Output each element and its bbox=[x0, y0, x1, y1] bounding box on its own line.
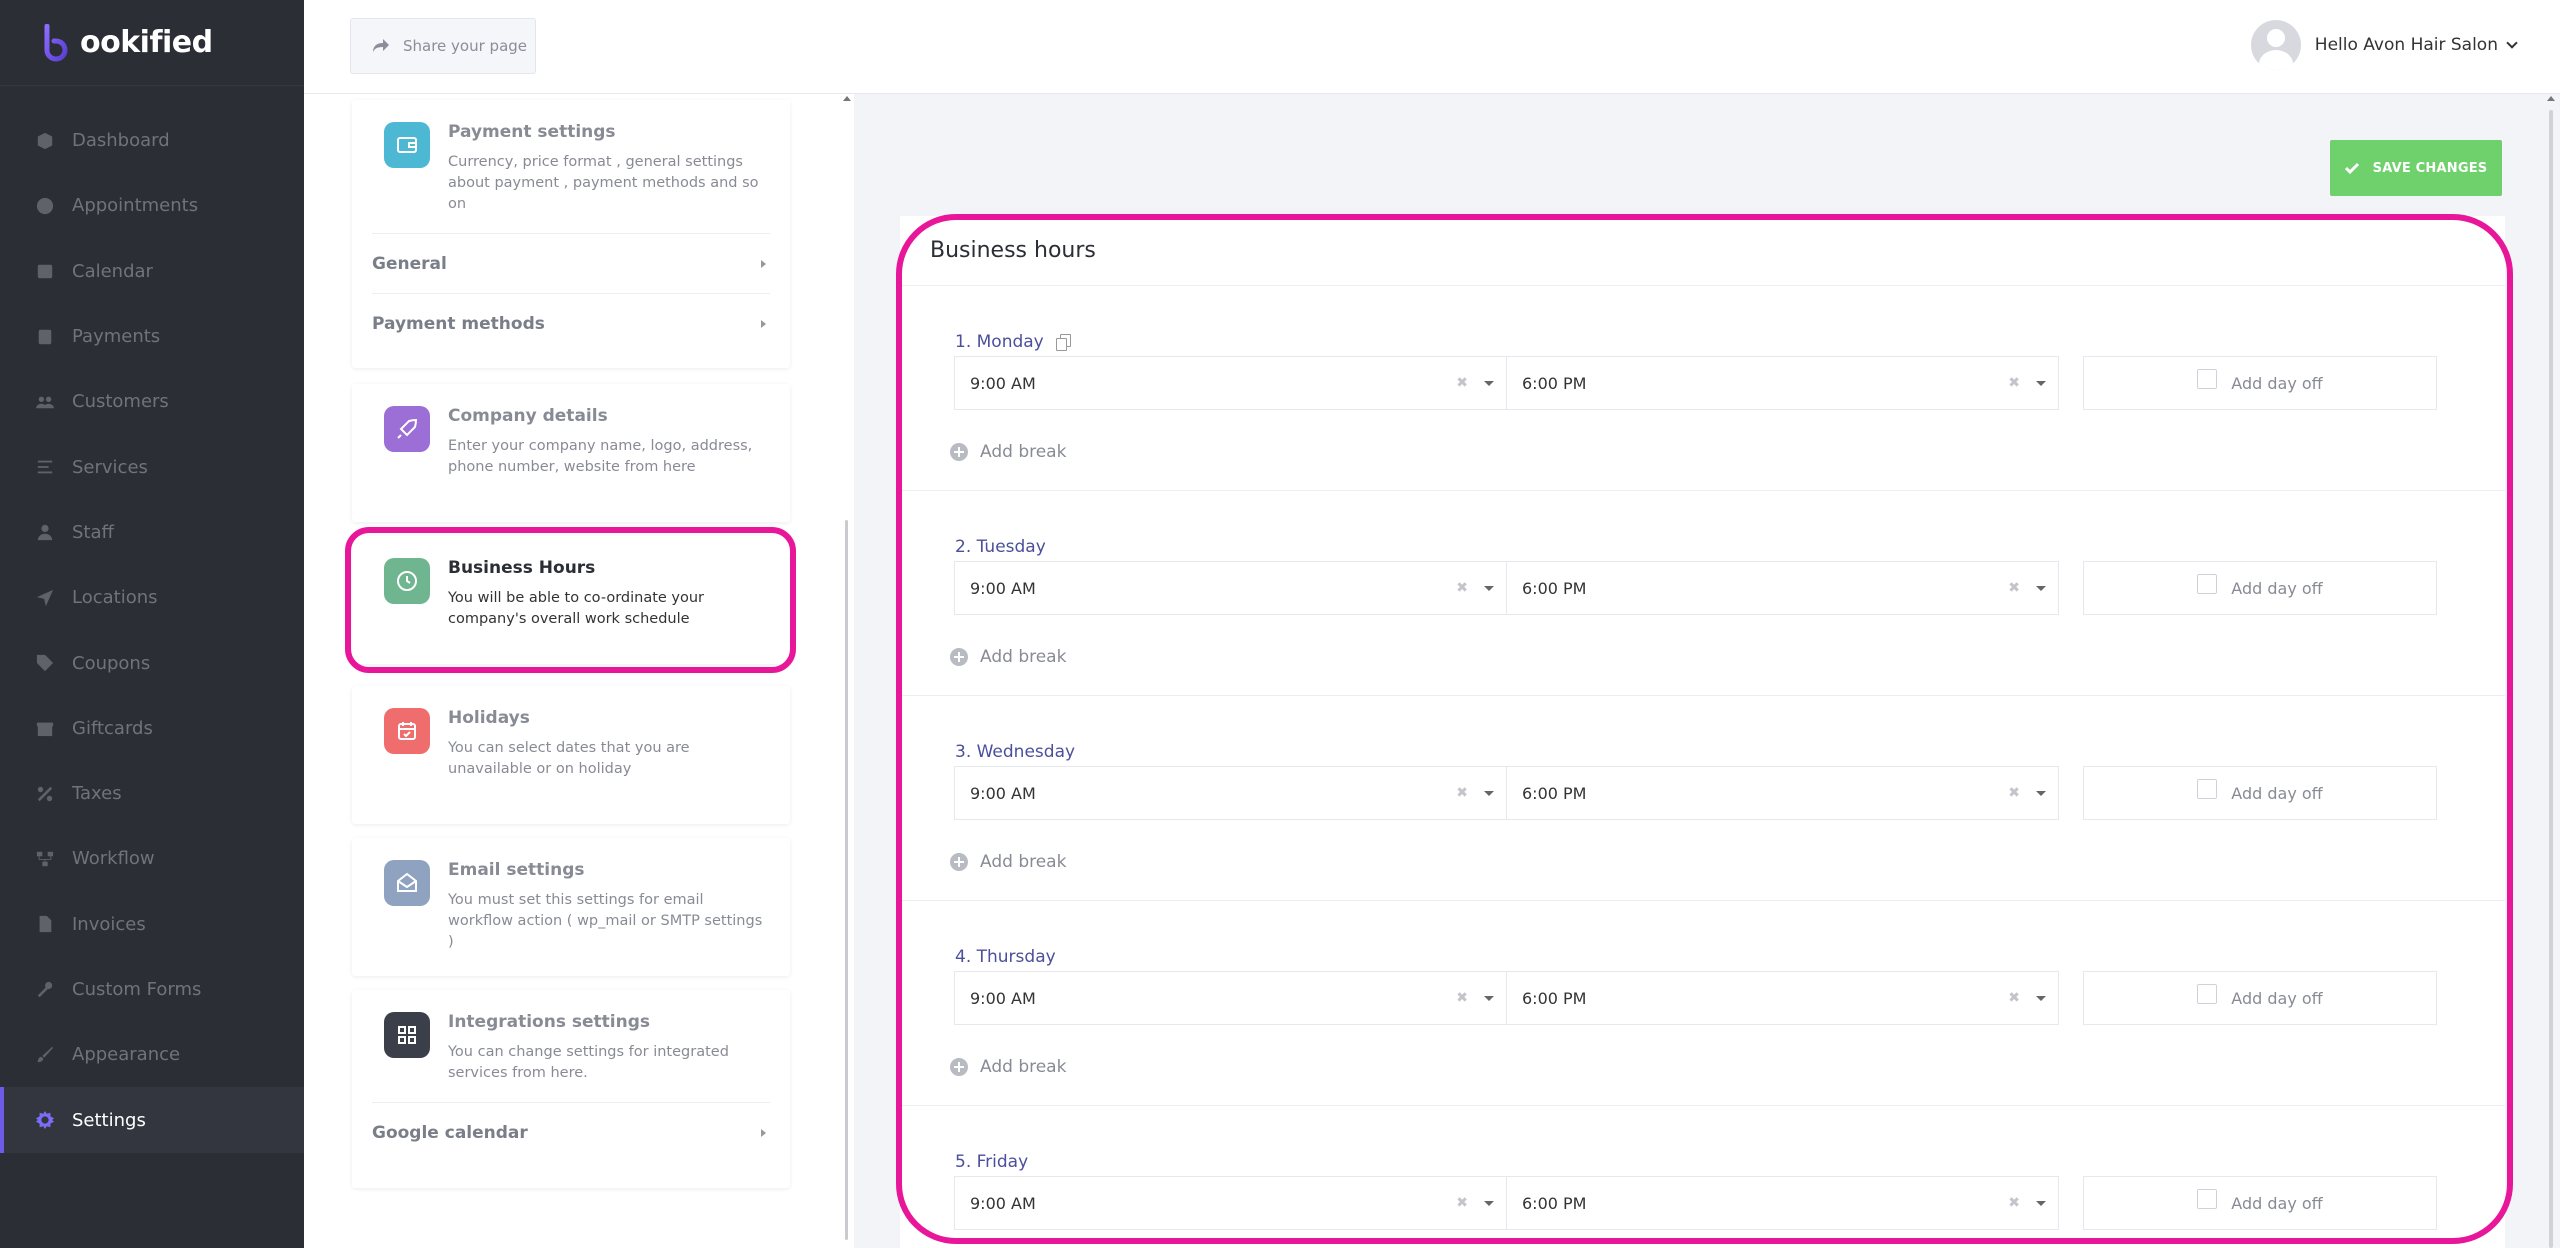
sidebar-item-label: Payments bbox=[72, 326, 161, 348]
share-page-label: Share your page bbox=[403, 37, 528, 55]
link-label: Google calendar bbox=[372, 1122, 528, 1143]
card-description: Enter your company name, logo, address, … bbox=[448, 438, 753, 475]
clock-icon bbox=[36, 197, 54, 215]
sidebar-item-label: Customers bbox=[72, 391, 169, 413]
save-changes-label: SAVE CHANGES bbox=[2372, 160, 2488, 176]
sidebar-item-giftcards[interactable]: Giftcards bbox=[0, 696, 304, 761]
business-hours-highlight bbox=[345, 527, 796, 673]
calendar-check-icon bbox=[384, 708, 430, 754]
sidebar-item-calendar[interactable]: Calendar bbox=[0, 239, 304, 304]
sidebar-item-appointments[interactable]: Appointments bbox=[0, 173, 304, 238]
check-icon bbox=[2344, 162, 2359, 174]
link-label: General bbox=[372, 253, 447, 274]
sidebar: ookified Dashboard Appointments Calendar… bbox=[0, 0, 304, 1248]
card-title: Email settings bbox=[448, 860, 585, 880]
cube-icon bbox=[36, 132, 54, 150]
payment-methods-link[interactable]: Payment methods bbox=[372, 293, 770, 353]
share-page-button[interactable]: Share your page bbox=[350, 18, 536, 74]
envelope-open-icon bbox=[384, 860, 430, 906]
card-description: You can select dates that you are unavai… bbox=[448, 740, 690, 777]
card-title: Payment settings bbox=[448, 122, 616, 142]
sidebar-item-label: Services bbox=[72, 456, 148, 478]
sidebar-nav: Dashboard Appointments Calendar Payments… bbox=[0, 108, 304, 1154]
sidebar-item-label: Locations bbox=[72, 587, 158, 609]
location-arrow-icon bbox=[36, 589, 54, 607]
avatar bbox=[2250, 20, 2301, 70]
main-scrollbar[interactable] bbox=[2549, 110, 2553, 1248]
sidebar-item-label: Coupons bbox=[72, 652, 151, 674]
card-title: Holidays bbox=[448, 708, 530, 728]
gift-icon bbox=[36, 719, 54, 737]
sidebar-item-custom-forms[interactable]: Custom Forms bbox=[0, 957, 304, 1022]
file-icon bbox=[36, 915, 54, 933]
company-details-card[interactable]: Company details Enter your company name,… bbox=[352, 384, 790, 522]
sidebar-item-settings[interactable]: Settings bbox=[0, 1087, 304, 1154]
caret-right-icon bbox=[761, 319, 766, 328]
sidebar-item-taxes[interactable]: Taxes bbox=[0, 761, 304, 826]
sidebar-item-staff[interactable]: Staff bbox=[0, 500, 304, 565]
top-bar: Share your page Hello Avon Hair Salon bbox=[304, 0, 2560, 94]
card-title: Company details bbox=[448, 406, 608, 426]
settings-scrollbar[interactable] bbox=[845, 520, 848, 1240]
sidebar-item-invoices[interactable]: Invoices bbox=[0, 892, 304, 957]
caret-right-icon bbox=[761, 1128, 766, 1137]
percent-icon bbox=[36, 785, 54, 803]
sidebar-item-label: Staff bbox=[72, 521, 114, 543]
save-changes-button[interactable]: SAVE CHANGES bbox=[2330, 140, 2502, 196]
caret-right-icon bbox=[761, 259, 766, 268]
tag-icon bbox=[36, 654, 54, 672]
sidebar-item-dashboard[interactable]: Dashboard bbox=[0, 108, 304, 173]
tools-icon bbox=[36, 981, 54, 999]
chevron-down-icon bbox=[2506, 36, 2518, 49]
scroll-up-arrow[interactable] bbox=[2547, 96, 2555, 101]
rocket-icon bbox=[384, 406, 430, 452]
card-description: You must set this settings for email wor… bbox=[448, 892, 763, 950]
sidebar-item-payments[interactable]: Payments bbox=[0, 304, 304, 369]
link-label: Payment methods bbox=[372, 313, 545, 334]
holidays-card[interactable]: Holidays You can select dates that you a… bbox=[352, 686, 790, 824]
sidebar-item-label: Appointments bbox=[72, 195, 199, 217]
card-title: Integrations settings bbox=[448, 1012, 650, 1032]
sidebar-item-label: Dashboard bbox=[72, 130, 170, 152]
sidebar-item-coupons[interactable]: Coupons bbox=[0, 630, 304, 695]
sidebar-item-label: Settings bbox=[72, 1109, 146, 1131]
sidebar-item-services[interactable]: Services bbox=[0, 434, 304, 499]
scroll-up-arrow[interactable] bbox=[843, 96, 851, 101]
card-description: Currency, price format , general setting… bbox=[448, 154, 759, 212]
google-calendar-link[interactable]: Google calendar bbox=[372, 1102, 770, 1162]
gear-icon bbox=[36, 1111, 54, 1130]
email-settings-card[interactable]: Email settings You must set this setting… bbox=[352, 838, 790, 976]
business-hours-panel-highlight bbox=[896, 214, 2513, 1244]
sidebar-item-label: Appearance bbox=[72, 1044, 181, 1066]
sidebar-item-label: Taxes bbox=[72, 783, 122, 805]
list-icon bbox=[36, 458, 54, 476]
calendar-icon bbox=[36, 262, 54, 280]
user-greeting: Hello Avon Hair Salon bbox=[2314, 35, 2498, 55]
sidebar-item-locations[interactable]: Locations bbox=[0, 565, 304, 630]
sidebar-item-label: Calendar bbox=[72, 260, 153, 282]
brush-icon bbox=[36, 1046, 54, 1064]
logo-mark-icon bbox=[42, 23, 76, 62]
sidebar-item-label: Workflow bbox=[72, 848, 155, 870]
user-icon bbox=[36, 523, 54, 541]
sidebar-item-workflow[interactable]: Workflow bbox=[0, 826, 304, 891]
card-icon bbox=[36, 328, 54, 346]
payment-settings-card[interactable]: Payment settings Currency, price format … bbox=[352, 100, 790, 368]
wallet-icon bbox=[384, 122, 430, 168]
sidebar-item-customers[interactable]: Customers bbox=[0, 369, 304, 434]
user-menu[interactable]: Hello Avon Hair Salon bbox=[2250, 20, 2518, 70]
sidebar-item-label: Invoices bbox=[72, 913, 146, 935]
sidebar-item-label: Giftcards bbox=[72, 717, 153, 739]
sidebar-item-appearance[interactable]: Appearance bbox=[0, 1022, 304, 1087]
integrations-icon bbox=[384, 1012, 430, 1058]
payment-general-link[interactable]: General bbox=[372, 233, 770, 293]
share-icon bbox=[373, 39, 389, 52]
users-icon bbox=[36, 393, 54, 411]
integrations-settings-card[interactable]: Integrations settings You can change set… bbox=[352, 990, 790, 1188]
card-description: You can change settings for integrated s… bbox=[448, 1044, 729, 1081]
logo-text: ookified bbox=[80, 25, 213, 60]
sidebar-item-label: Custom Forms bbox=[72, 979, 202, 1000]
app-logo[interactable]: ookified bbox=[0, 0, 304, 86]
workflow-icon bbox=[36, 850, 54, 868]
